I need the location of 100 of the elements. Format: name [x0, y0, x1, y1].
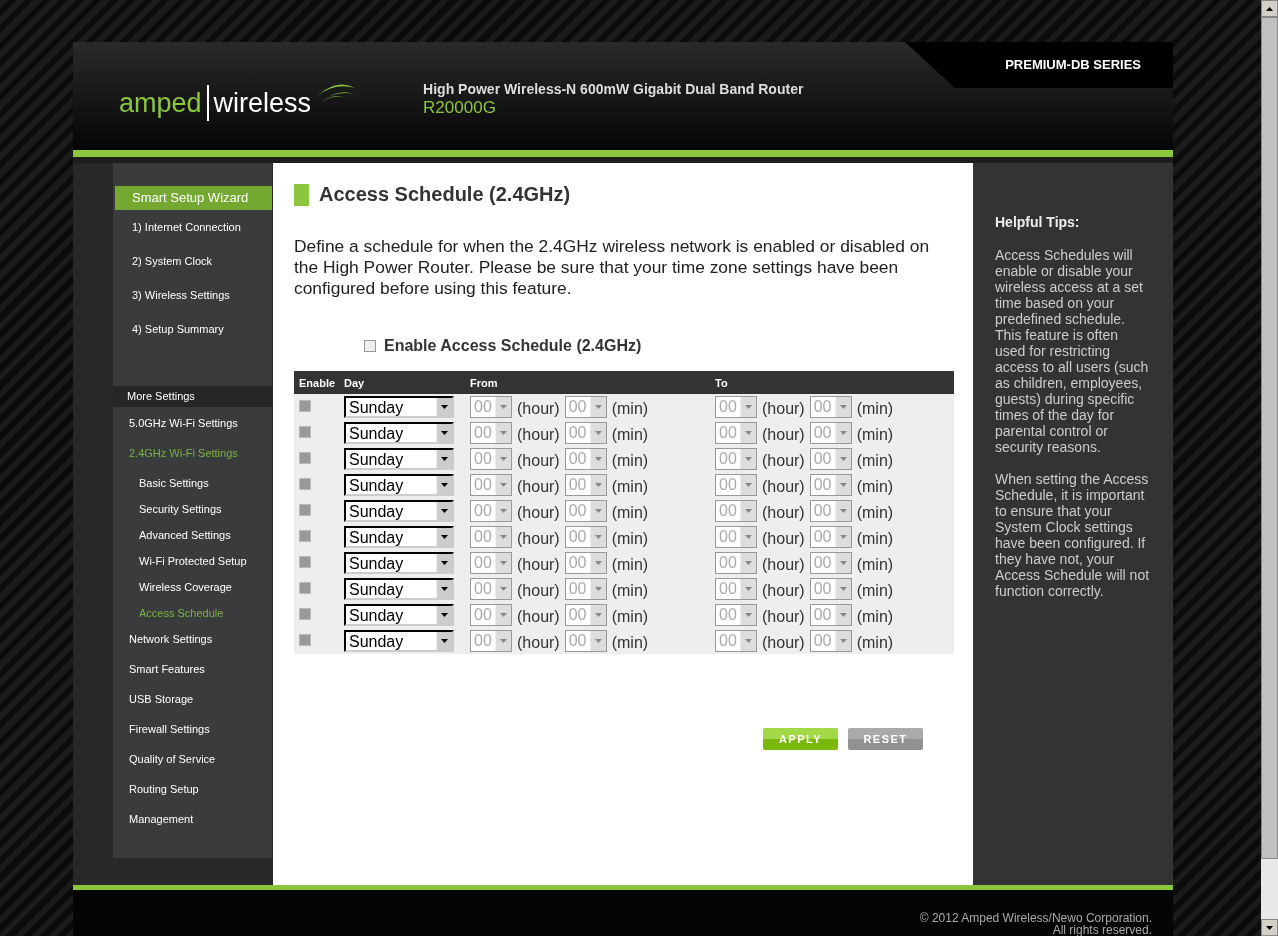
- sidebar-subitem[interactable]: Wi-Fi Protected Setup: [113, 550, 272, 576]
- unit-label: (hour): [762, 478, 805, 496]
- caret-icon: [441, 613, 448, 617]
- caret-icon: [500, 457, 507, 461]
- unit-label: (hour): [762, 400, 805, 418]
- caret-icon: [500, 483, 507, 487]
- unit-label: (hour): [517, 452, 560, 470]
- wizard-link[interactable]: 1) Internet Connection: [113, 210, 272, 244]
- sidebar-subitem[interactable]: Security Settings: [113, 498, 272, 524]
- caret-icon: [594, 509, 602, 513]
- sidebar-item[interactable]: Network Settings: [113, 628, 272, 658]
- unit-label: (min): [856, 530, 894, 548]
- caret-icon: [500, 509, 507, 513]
- unit-label: (min): [856, 634, 894, 652]
- unit-label: (hour): [517, 400, 560, 418]
- caret-icon: [441, 561, 448, 565]
- caret-icon: [594, 431, 602, 435]
- unit-label: (min): [611, 478, 649, 496]
- unit-label: (hour): [762, 452, 805, 470]
- caret-icon: [500, 431, 507, 435]
- caret-icon: [839, 405, 847, 409]
- column-header: Enable: [294, 371, 339, 394]
- apply-button[interactable]: APPLY: [763, 728, 838, 750]
- caret-icon: [745, 509, 752, 513]
- caret-icon: [594, 457, 602, 461]
- checkbox-label: Enable Access Schedule (2.4GHz): [384, 337, 642, 355]
- wizard-header[interactable]: Smart Setup Wizard: [115, 186, 272, 210]
- unit-label: (hour): [517, 608, 560, 626]
- caret-icon: [745, 483, 752, 487]
- unit-label: (hour): [517, 634, 560, 652]
- caret-icon: [500, 587, 507, 591]
- unit-label: (min): [611, 400, 649, 418]
- sidebar-item[interactable]: Smart Features: [113, 658, 272, 688]
- copyright-text: All rights reserved.: [1051, 924, 1152, 936]
- caret-icon: [839, 509, 847, 513]
- caret-icon: [594, 639, 602, 643]
- column-header: Day: [339, 371, 465, 394]
- sidebar-subitem[interactable]: Access Schedule: [113, 602, 272, 628]
- caret-icon: [839, 561, 847, 565]
- sidebar-item[interactable]: Management: [113, 808, 272, 838]
- unit-label: (min): [611, 426, 649, 444]
- sidebar-subitem[interactable]: Basic Settings: [113, 472, 272, 498]
- reset-button[interactable]: RESET: [848, 728, 923, 750]
- unit-label: (min): [856, 608, 894, 626]
- wizard-link[interactable]: 3) Wireless Settings: [113, 278, 272, 312]
- caret-icon: [594, 613, 602, 617]
- unit-label: (min): [611, 530, 649, 548]
- column-header: To: [710, 371, 954, 394]
- caret-icon: [594, 587, 602, 591]
- sidebar-item[interactable]: Quality of Service: [113, 748, 272, 778]
- caret-icon: [839, 639, 847, 643]
- unit-label: (hour): [762, 556, 805, 574]
- sidebar-item[interactable]: 5.0GHz Wi-Fi Settings: [113, 412, 272, 442]
- unit-label: (hour): [762, 582, 805, 600]
- caret-icon: [594, 483, 602, 487]
- unit-label: (min): [611, 556, 649, 574]
- caret-icon: [441, 483, 448, 487]
- caret-icon: [745, 457, 752, 461]
- unit-label: (min): [611, 582, 649, 600]
- caret-icon: [441, 535, 448, 539]
- caret-icon: [839, 535, 847, 539]
- unit-label: (min): [611, 452, 649, 470]
- sidebar-subitem[interactable]: Wireless Coverage: [113, 576, 272, 602]
- unit-label: (min): [856, 582, 894, 600]
- unit-label: (min): [611, 634, 649, 652]
- column-header: From: [465, 371, 710, 394]
- caret-icon: [441, 431, 448, 435]
- sidebar-item[interactable]: Firewall Settings: [113, 718, 272, 748]
- caret-icon: [500, 639, 507, 643]
- caret-icon: [839, 431, 847, 435]
- unit-label: (min): [856, 452, 894, 470]
- sidebar-item[interactable]: Routing Setup: [113, 778, 272, 808]
- wizard-link[interactable]: 4) Setup Summary: [113, 312, 272, 346]
- title-marker: [294, 183, 309, 206]
- sidebar-item[interactable]: 2.4GHz Wi-Fi Settings: [113, 442, 272, 472]
- unit-label: (hour): [517, 426, 560, 444]
- sidebar-subitem[interactable]: Advanced Settings: [113, 524, 272, 550]
- caret-icon: [745, 561, 752, 565]
- sidebar-item[interactable]: USB Storage: [113, 688, 272, 718]
- caret-icon: [500, 561, 507, 565]
- series-label: PREMIUM-DB SERIES: [1005, 57, 1141, 73]
- up-arrow-icon[interactable]: [1265, 5, 1274, 12]
- wizard-link[interactable]: 2) System Clock: [113, 244, 272, 278]
- caret-icon: [594, 535, 602, 539]
- caret-icon: [839, 483, 847, 487]
- down-arrow-icon[interactable]: [1265, 924, 1274, 931]
- caret-icon: [839, 613, 847, 617]
- caret-icon: [500, 535, 507, 539]
- unit-label: (hour): [762, 530, 805, 548]
- caret-icon: [441, 405, 448, 409]
- caret-icon: [594, 561, 602, 565]
- scrollbar[interactable]: [1261, 0, 1278, 936]
- unit-label: (hour): [762, 504, 805, 522]
- unit-label: (hour): [517, 582, 560, 600]
- caret-icon: [745, 535, 752, 539]
- checkbox[interactable]: [364, 340, 376, 352]
- section-header: More Settings: [113, 386, 272, 407]
- caret-icon: [745, 405, 752, 409]
- model-name: R20000G: [423, 97, 497, 118]
- copyright-text: © 2012 Amped Wireless/Newo Corporation.: [918, 912, 1152, 924]
